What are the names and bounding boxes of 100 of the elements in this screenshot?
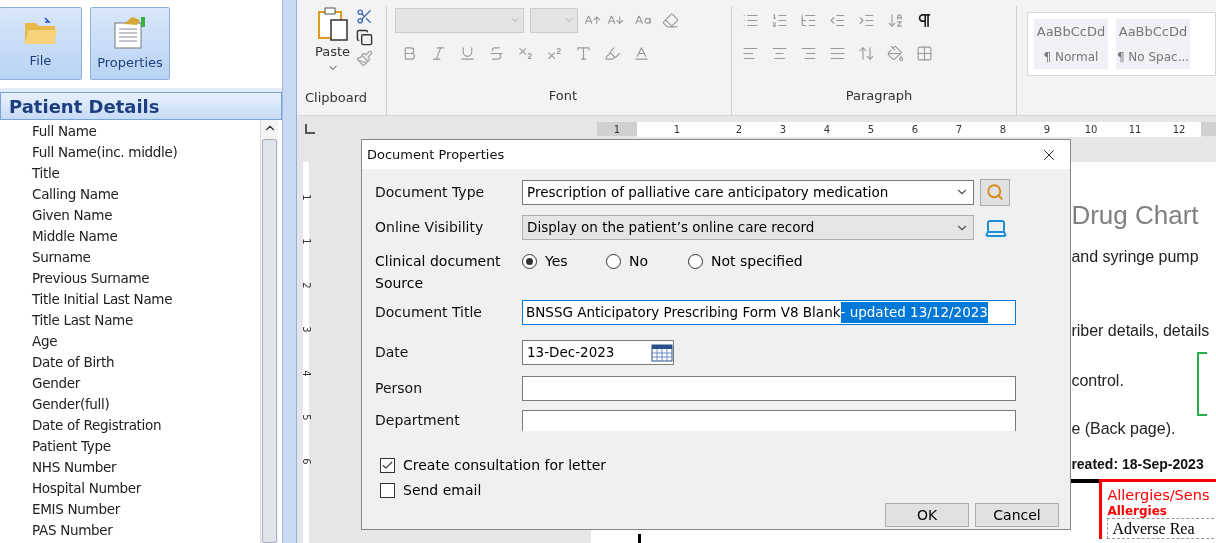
scissors-icon[interactable] [356,8,374,25]
italic-icon[interactable] [430,44,447,62]
sort-icon[interactable] [887,11,904,29]
ruler-number: 11 [1113,121,1157,137]
radio-option[interactable]: No [606,251,688,272]
dropdown[interactable]: Display on the patient’s online care record [522,215,974,240]
ruler-number: 3 [761,121,805,137]
field-list-item[interactable]: Gender [32,373,260,394]
text-effects-icon[interactable] [575,44,592,62]
checkbox-option[interactable]: Send email [380,480,482,501]
field-list-item[interactable]: Middle Name [32,226,260,247]
scrollbar[interactable] [260,120,278,543]
checkbox-option[interactable]: Create consultation for letter [380,455,607,476]
strikethrough-icon[interactable] [488,44,505,62]
group-label: Font [548,87,578,105]
field-list-item[interactable]: Surname [32,247,260,268]
ruler-number: 1 [299,238,313,245]
radio-option[interactable]: Yes [522,251,606,272]
ruler-number: 6 [893,121,937,137]
field-list-item[interactable]: Previous Surname [32,268,260,289]
pilcrow-icon[interactable] [916,11,933,29]
dropdown[interactable]: Prescription of palliative care anticipatory medication [522,179,974,205]
clipboard-icon[interactable] [316,6,349,42]
underline-icon[interactable] [459,44,476,62]
field-list-item[interactable]: Age [32,331,260,352]
tab-selector-icon[interactable] [305,124,315,134]
ruler-number: 2 [299,282,313,289]
ruler-number: 3 [299,326,313,333]
date-field[interactable]: 13-Dec-2023 [522,340,674,365]
group-label: Paragraph [845,87,913,105]
style-item[interactable]: AaBbCcDd ¶ Normal [1034,19,1108,69]
text-box-border [1197,352,1208,416]
shading-icon[interactable] [887,44,904,62]
field-list-item[interactable]: Patient Type [32,436,260,457]
ruler-number: 1 [637,121,717,137]
field-list-item[interactable]: Title [32,163,260,184]
field-label: Clinical document [375,252,502,271]
ruler-number: 1 [612,122,622,137]
allergy-table: Adverse Rea [1107,518,1216,539]
ruler-number: 5 [299,414,313,421]
field-list-item[interactable]: Calling Name [32,184,260,205]
calendar-icon[interactable] [651,343,673,362]
document-heading: Drug Chart [1071,199,1200,232]
ruler-number: 8 [981,121,1025,137]
line-spacing-icon[interactable] [858,44,875,62]
ruler-number: 4 [299,370,313,377]
highlighter-icon[interactable] [604,44,621,62]
document-text: and syringe pump [1071,247,1200,267]
borders-icon[interactable] [916,44,933,62]
field-list-item[interactable]: Gender(full) [32,394,260,415]
dialog-button[interactable]: OK [885,503,969,527]
field-list-item[interactable]: Date of Birth [32,352,260,373]
numbering-icon[interactable] [771,11,788,29]
ruler-number: 1 [299,194,313,201]
toolbar-button[interactable]: File [0,7,82,80]
group-label: Clipboard [304,89,369,107]
ruler-number: 6 [299,458,313,465]
field-label: Source [375,274,425,293]
font-color-icon[interactable] [633,44,650,62]
field-list-item[interactable]: Title Last Name [32,310,260,331]
clear-format-icon[interactable] [662,11,679,29]
field-list-item[interactable]: EMIS Number [32,499,260,520]
field-list-item[interactable]: Full Name(inc. middle) [32,142,260,163]
dialog: Document Properties Document Type Prescription of palliative care anticipatory medication Online Visibility Display on the patient’s online care record Clinical document Source Yes No Not specified Document Title BNSSG Anticipatory Prescribing Form V8 Blank- updated 13/12/2023 Date 13-Dec-2023 Person Department Create consultation for letter Send email OK Cancel [361,139,1071,530]
document-icon [112,14,148,49]
ruler-number: 5 [849,121,893,137]
panel-splitter[interactable] [283,0,297,543]
search-icon [986,183,1004,201]
field-list-item[interactable]: Date of Registration [32,415,260,436]
ruler-number: 10 [1069,121,1113,137]
ruler-number: 12 [1157,121,1201,137]
field-list-item[interactable]: Title Initial Last Name [32,289,260,310]
toolbar-button[interactable]: Properties [90,7,170,80]
paste-label[interactable]: Paste [315,42,351,62]
font-size-field[interactable] [530,7,578,33]
font-name-field[interactable] [395,7,524,33]
radio-option[interactable]: Not specified [688,251,818,272]
field-list-item[interactable]: Given Name [32,205,260,226]
check-icon [381,459,394,472]
field-list-item[interactable]: NHS Number [32,457,260,478]
document-text: control. [1071,371,1125,391]
allergy-box: Allergies/Sens Allergies Adverse Rea [1099,479,1216,539]
title-field[interactable]: BNSSG Anticipatory Prescribing Form V8 Blank- updated 13/12/2023 [522,300,1016,325]
ruler-number: 9 [1025,121,1069,137]
person-field[interactable] [522,376,1016,401]
document-text: reated: 18-Sep-2023 [1071,455,1205,474]
department-field[interactable] [522,410,1016,431]
field-list-item[interactable]: Full Name [32,121,260,142]
folder-icon [22,16,59,47]
dialog-title-bar: Document Properties [362,140,1070,169]
search-button[interactable] [980,178,1010,206]
field-list-item[interactable]: Hospital Number [32,478,260,499]
field-list-item[interactable]: PAS Number [32,520,260,541]
ruler-number: 2 [717,121,761,137]
dialog-button[interactable]: Cancel [975,503,1059,527]
style-item[interactable]: AaBbCcDd ¶ No Spac... [1116,19,1190,69]
document-text: riber details, details [1071,321,1211,341]
ruler-number: 4 [805,121,849,137]
copy-icon[interactable] [356,29,374,46]
section-header: Patient Details [0,92,282,120]
